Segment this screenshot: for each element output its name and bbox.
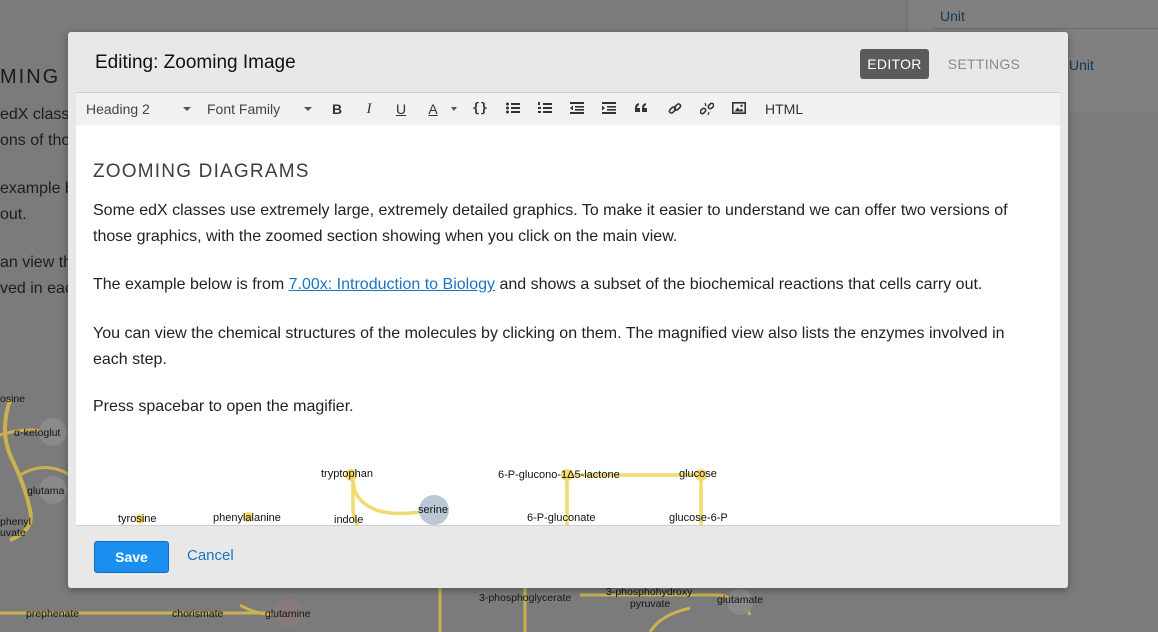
link-icon (668, 103, 682, 114)
image-icon (732, 102, 746, 114)
chevron-down-icon[interactable] (451, 107, 457, 111)
node-glucono-lactone[interactable]: 6-P-glucono-1Δ5-lactone (498, 469, 620, 481)
insert-image-button[interactable] (728, 99, 750, 119)
insert-link-button[interactable] (664, 99, 686, 119)
node-tyrosine[interactable]: tyrosine (118, 513, 157, 525)
save-button[interactable]: Save (94, 541, 169, 573)
content-paragraph: You can view the chemical structures of … (93, 325, 1005, 368)
blockquote-button[interactable] (630, 99, 652, 119)
editor-modal: Editing: Zooming Image EDITOR SETTINGS H… (68, 32, 1068, 588)
chevron-down-icon (183, 107, 191, 111)
indent-button[interactable] (598, 99, 620, 119)
italic-button[interactable]: I (358, 99, 380, 119)
bold-button[interactable]: B (326, 99, 348, 119)
background-node-ketoglutarate: α-ketoglut (14, 427, 61, 439)
content-text: and shows a subset of the biochemical re… (495, 276, 983, 293)
block-format-dropdown[interactable]: Heading 2 (86, 93, 196, 125)
font-family-dropdown[interactable]: Font Family (207, 93, 317, 125)
html-source-button[interactable]: HTML (765, 93, 803, 125)
background-node-phosphoglycerate: 3-phosphoglycerate (479, 592, 572, 604)
cancel-button[interactable]: Cancel (187, 547, 234, 564)
chevron-down-icon (304, 107, 312, 111)
modal-title: Editing: Zooming Image (95, 52, 296, 73)
font-family-value: Font Family (207, 101, 281, 117)
node-tryptophan[interactable]: tryptophan (321, 468, 373, 480)
content-paragraph: Some edX classes use extremely large, ex… (93, 202, 1008, 245)
background-unit-label: Unit (1069, 57, 1094, 73)
background-text: an view th (0, 254, 73, 271)
content-paragraph: The example below is from 7.00x: Introdu… (93, 272, 1043, 298)
remove-link-button[interactable] (696, 99, 718, 119)
background-unit-row: Unit (933, 2, 1158, 29)
background-text: ons of tho (0, 132, 71, 149)
background-text: edX class (0, 106, 70, 123)
node-glucose-6-p[interactable]: glucose-6-P (669, 512, 728, 524)
background-text: out. (0, 206, 27, 223)
background-node-phenylpyruvate: uvate (0, 527, 26, 539)
background-node-glutamate: glutama (27, 485, 65, 497)
content-heading: ZOOMING DIAGRAMS (93, 161, 310, 182)
content-text: The example below is from (93, 276, 289, 293)
unlink-icon (699, 102, 715, 116)
indent-icon (602, 102, 616, 114)
bullet-list-icon (506, 102, 520, 114)
background-node-tyrosine: osine (0, 393, 26, 405)
outdent-icon (570, 102, 584, 114)
background-node-chorismate: chorismate (172, 608, 224, 620)
tab-editor[interactable]: EDITOR (860, 49, 929, 79)
node-phenylalanine[interactable]: phenylalanine (213, 512, 281, 524)
background-unit-label: Unit (940, 8, 965, 24)
editor-toolbar: Heading 2 Font Family B I U A {} HTML (76, 92, 1060, 126)
outdent-button[interactable] (566, 99, 588, 119)
code-button[interactable]: {} (469, 99, 491, 119)
course-link[interactable]: 7.00x: Introduction to Biology (289, 276, 495, 293)
node-gluconate[interactable]: 6-P-gluconate (527, 512, 596, 524)
tab-settings[interactable]: SETTINGS (942, 49, 1026, 79)
node-glucose[interactable]: glucose (679, 468, 717, 480)
block-format-value: Heading 2 (86, 101, 150, 117)
content-paragraph: Press spacebar to open the magifier. (93, 398, 354, 415)
background-text: example b (0, 180, 74, 197)
background-node-glutamine: glutamine (265, 608, 311, 620)
background-text: ved in eac (0, 280, 73, 297)
editor-content[interactable]: ZOOMING DIAGRAMS Some edX classes use ex… (76, 125, 1060, 526)
node-serine[interactable]: serine (418, 504, 448, 516)
background-node-glutamate: glutamate (717, 594, 764, 606)
quote-icon (635, 103, 647, 112)
node-indole[interactable]: indole (334, 514, 363, 525)
background-node-phosphohydroxypyruvate: pyruvate (630, 598, 671, 610)
bullet-list-button[interactable] (502, 99, 524, 119)
underline-button[interactable]: U (390, 99, 412, 119)
background-unit-row: Unit (1062, 51, 1158, 77)
text-color-button[interactable]: A (422, 99, 444, 119)
background-node-prephenate: prephenate (26, 608, 80, 620)
numbered-list-button[interactable] (534, 99, 556, 119)
numbered-list-icon (538, 102, 552, 113)
